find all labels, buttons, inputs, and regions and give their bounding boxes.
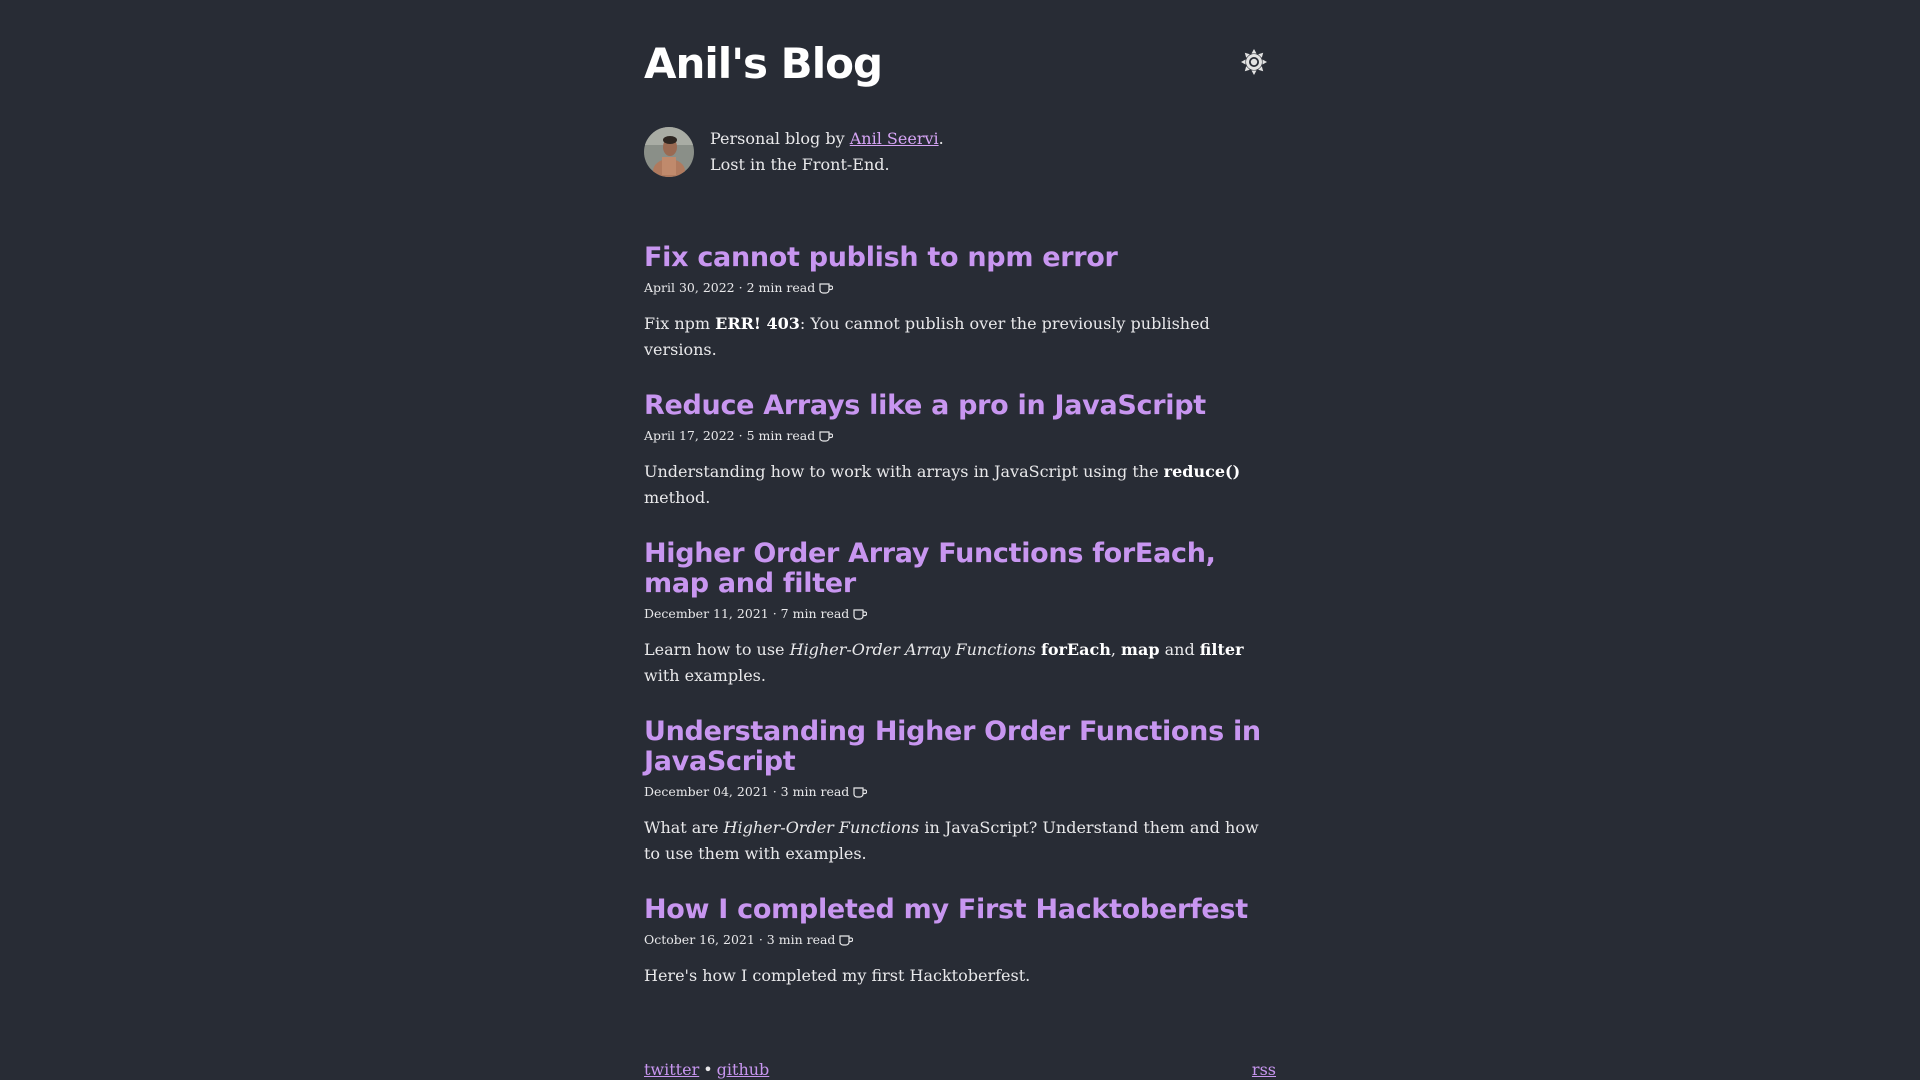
post-title-link[interactable]: How I completed my First Hacktoberfest — [644, 895, 1276, 925]
avatar — [644, 127, 694, 177]
meta-separator: · — [772, 784, 777, 799]
desc-bold: filter — [1199, 640, 1244, 659]
post-description: Fix npm ERR! 403: You cannot publish ove… — [644, 311, 1276, 363]
meta-separator: · — [758, 932, 763, 947]
post-meta: October 16, 2021 · 3 min read — [644, 931, 1276, 949]
post-item: Fix cannot publish to npm error April 30… — [644, 243, 1276, 363]
github-link[interactable]: github — [717, 1060, 770, 1079]
post-meta: December 11, 2021 · 7 min read — [644, 605, 1276, 623]
sun-icon — [1241, 49, 1267, 75]
coffee-cup-icon — [853, 786, 868, 798]
coffee-cup-icon — [839, 934, 854, 946]
footer-separator: • — [703, 1060, 713, 1079]
post-meta: April 17, 2022 · 5 min read — [644, 427, 1276, 445]
post-date: October 16, 2021 — [644, 932, 755, 947]
post-read-time: 3 min read — [780, 784, 850, 799]
bio-prefix: Personal blog by — [710, 129, 850, 148]
post-description: Here's how I completed my first Hacktobe… — [644, 963, 1276, 989]
post-item: How I completed my First Hacktoberfest O… — [644, 895, 1276, 989]
post-read-time: 2 min read — [746, 280, 816, 295]
desc-bold: forEach — [1040, 640, 1111, 659]
post-read-time: 3 min read — [766, 932, 836, 947]
post-meta: December 04, 2021 · 3 min read — [644, 783, 1276, 801]
post-description: Understanding how to work with arrays in… — [644, 459, 1276, 511]
post-read-time: 7 min read — [780, 606, 850, 621]
rss-link[interactable]: rss — [1252, 1060, 1276, 1079]
post-date: December 11, 2021 — [644, 606, 769, 621]
coffee-cup-icon — [819, 430, 834, 442]
desc-bold: reduce() — [1163, 462, 1241, 481]
post-title-link[interactable]: Fix cannot publish to npm error — [644, 243, 1276, 273]
desc-text: Here's how I completed my first Hacktobe… — [644, 966, 1031, 985]
post-item: Higher Order Array Functions forEach, ma… — [644, 539, 1276, 689]
desc-text: method. — [644, 488, 711, 507]
post-read-time: 5 min read — [746, 428, 816, 443]
post-title-link[interactable]: Understanding Higher Order Functions in … — [644, 717, 1276, 777]
footer-social-links: twitter • github — [644, 1060, 769, 1079]
post-item: Understanding Higher Order Functions in … — [644, 717, 1276, 867]
post-meta: April 30, 2022 · 2 min read — [644, 279, 1276, 297]
post-description: What are Higher-Order Functions in JavaS… — [644, 815, 1276, 867]
author-link[interactable]: Anil Seervi — [850, 129, 939, 148]
theme-toggle-button[interactable] — [1238, 46, 1270, 78]
desc-bold: ERR! 403 — [715, 314, 800, 333]
post-item: Reduce Arrays like a pro in JavaScript A… — [644, 391, 1276, 511]
desc-text: Fix npm — [644, 314, 716, 333]
twitter-link[interactable]: twitter — [644, 1060, 699, 1079]
coffee-cup-icon — [853, 608, 868, 620]
desc-text: What are — [644, 818, 724, 837]
desc-text: , — [1110, 640, 1122, 659]
meta-separator: · — [772, 606, 777, 621]
bio-text: Personal blog by Anil Seervi. Lost in th… — [710, 125, 944, 178]
desc-italic: Higher-Order Array Functions — [789, 640, 1036, 659]
bio-tagline: Lost in the Front-End. — [710, 155, 890, 174]
desc-text: with examples. — [644, 666, 766, 685]
post-list: Fix cannot publish to npm error April 30… — [644, 243, 1276, 989]
post-title-link[interactable]: Higher Order Array Functions forEach, ma… — [644, 539, 1276, 599]
bio-suffix: . — [938, 129, 944, 148]
blog-page: Anil's Blog Personal blog by Anil Seervi… — [644, 0, 1276, 1017]
meta-separator: · — [738, 428, 743, 443]
post-title-link[interactable]: Reduce Arrays like a pro in JavaScript — [644, 391, 1276, 421]
post-date: December 04, 2021 — [644, 784, 769, 799]
post-date: April 17, 2022 — [644, 428, 735, 443]
desc-italic: Higher-Order Functions — [723, 818, 920, 837]
bio: Personal blog by Anil Seervi. Lost in th… — [644, 125, 1276, 243]
header: Anil's Blog — [644, 0, 1276, 125]
site-title[interactable]: Anil's Blog — [644, 36, 883, 92]
footer: twitter • github rss — [644, 1060, 1276, 1079]
coffee-cup-icon — [819, 282, 834, 294]
desc-text: Learn how to use — [644, 640, 790, 659]
desc-bold: map — [1121, 640, 1160, 659]
meta-separator: · — [738, 280, 743, 295]
bio-line-1: Personal blog by Anil Seervi. — [710, 126, 944, 152]
post-date: April 30, 2022 — [644, 280, 735, 295]
desc-text: and — [1159, 640, 1200, 659]
post-description: Learn how to use Higher-Order Array Func… — [644, 637, 1276, 689]
desc-text: Understanding how to work with arrays in… — [644, 462, 1164, 481]
